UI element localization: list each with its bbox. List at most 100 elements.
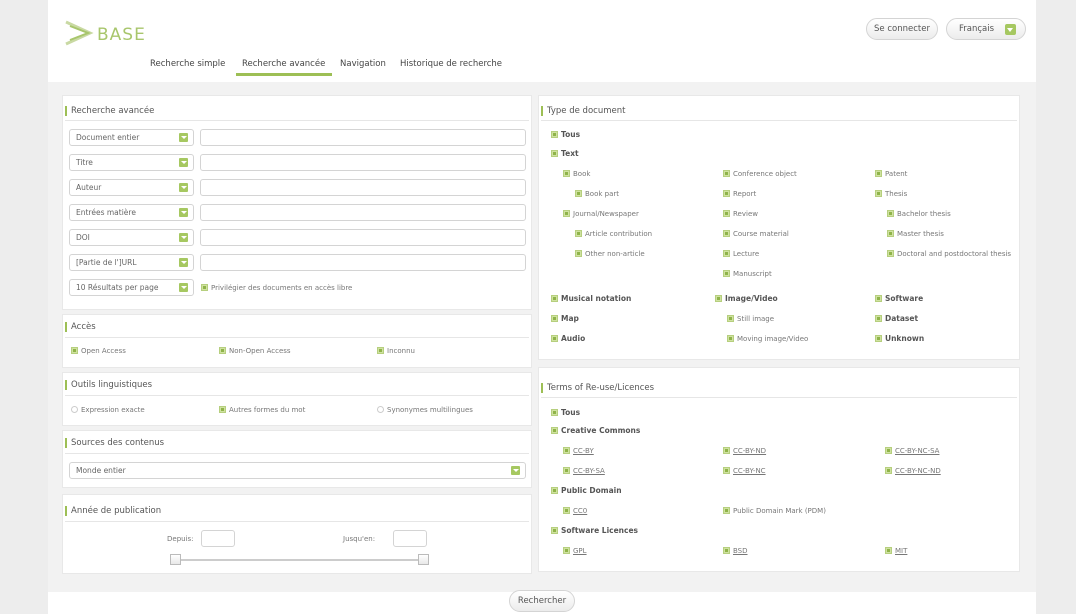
checkbox-icon (875, 170, 882, 177)
licence-ccbync-checkbox[interactable]: CC-BY-NC (723, 467, 766, 475)
query-input[interactable] (200, 154, 526, 171)
doctype-imagevideo-checkbox[interactable]: Image/Video (715, 295, 778, 303)
divider (65, 453, 529, 454)
chevron-down-icon (179, 233, 188, 242)
checkbox-icon (551, 315, 558, 322)
checkbox-icon (875, 335, 882, 342)
exact-expression-radio[interactable]: Expression exacte (71, 406, 145, 414)
doctype-bookpart-checkbox[interactable]: Book part (575, 190, 619, 198)
field-select[interactable]: Auteur (69, 179, 194, 196)
doctype-musical-checkbox[interactable]: Musical notation (551, 295, 631, 303)
divider (541, 120, 1017, 121)
doctype-course-checkbox[interactable]: Course material (723, 230, 789, 238)
doctype-master-checkbox[interactable]: Master thesis (887, 230, 944, 238)
year-to-input[interactable] (393, 530, 427, 547)
doctype-text-checkbox[interactable]: Text (551, 150, 579, 158)
access-nonopen-checkbox[interactable]: Non-Open Access (219, 347, 291, 355)
doctype-journal-checkbox[interactable]: Journal/Newspaper (563, 210, 639, 218)
tab-navigation[interactable]: Navigation (340, 59, 386, 69)
licence-cc-checkbox[interactable]: Creative Commons (551, 427, 640, 435)
licence-ccbynd-checkbox[interactable]: CC-BY-ND (723, 447, 766, 455)
doctype-bachelor-checkbox[interactable]: Bachelor thesis (887, 210, 951, 218)
chevron-down-icon (179, 283, 188, 292)
doctype-othernonarticle-checkbox[interactable]: Other non-article (575, 250, 645, 258)
doctype-report-checkbox[interactable]: Report (723, 190, 756, 198)
field-select[interactable]: Titre (69, 154, 194, 171)
doctype-audio-checkbox[interactable]: Audio (551, 335, 585, 343)
language-select[interactable]: Français (946, 18, 1026, 40)
doctype-software-checkbox[interactable]: Software (875, 295, 923, 303)
doctype-lecture-checkbox[interactable]: Lecture (723, 250, 759, 258)
section-title: Recherche avancée (65, 106, 154, 116)
divider (65, 395, 529, 396)
licence-cc0-checkbox[interactable]: CC0 (563, 507, 587, 515)
section-title: Type de document (541, 106, 625, 116)
doctype-dataset-checkbox[interactable]: Dataset (875, 315, 918, 323)
checkbox-icon (377, 347, 384, 354)
checkbox-icon (575, 230, 582, 237)
field-select[interactable]: Entrées matière (69, 204, 194, 221)
base-logo[interactable]: BASE (64, 18, 184, 48)
divider (65, 337, 529, 338)
doctype-stillimage-checkbox[interactable]: Still image (727, 315, 774, 323)
licence-all-checkbox[interactable]: Tous (551, 409, 580, 417)
field-select[interactable]: DOI (69, 229, 194, 246)
doctype-doctoral-checkbox[interactable]: Doctoral and postdoctoral thesis (887, 250, 1013, 258)
access-open-checkbox[interactable]: Open Access (71, 347, 126, 355)
checkbox-icon (885, 547, 892, 554)
linguistic-panel: Outils linguistiques Expression exacte A… (62, 372, 532, 426)
section-title: Outils linguistiques (65, 380, 152, 390)
licence-mit-checkbox[interactable]: MIT (885, 547, 907, 555)
licence-ccbyncsa-checkbox[interactable]: CC-BY-NC-SA (885, 447, 939, 455)
checkbox-icon (551, 527, 558, 534)
doctype-unknown-checkbox[interactable]: Unknown (875, 335, 924, 343)
tab-advanced-search[interactable]: Recherche avancée (242, 59, 325, 69)
checkbox-icon (563, 447, 570, 454)
access-unknown-checkbox[interactable]: Inconnu (377, 347, 415, 355)
sources-select[interactable]: Monde entier (69, 462, 526, 479)
checkbox-icon (551, 335, 558, 342)
licence-bsd-checkbox[interactable]: BSD (723, 547, 748, 555)
licence-software-checkbox[interactable]: Software Licences (551, 527, 638, 535)
query-input[interactable] (200, 129, 526, 146)
doctype-manuscript-checkbox[interactable]: Manuscript (723, 270, 772, 278)
doctype-article-checkbox[interactable]: Article contribution (575, 230, 652, 238)
doctype-patent-checkbox[interactable]: Patent (875, 170, 907, 178)
word-forms-radio[interactable]: Autres formes du mot (219, 406, 305, 414)
tab-simple-search[interactable]: Recherche simple (150, 59, 225, 69)
results-per-page-select[interactable]: 10 Résultats per page (69, 279, 194, 296)
query-input[interactable] (200, 179, 526, 196)
year-from-input[interactable] (201, 530, 235, 547)
checkbox-icon (723, 270, 730, 277)
multilingual-synonyms-radio[interactable]: Synonymes multilingues (377, 406, 473, 414)
advanced-search-panel: Recherche avancée Document entier Titre … (62, 95, 532, 310)
year-slider-track[interactable] (175, 559, 425, 561)
licence-pdm-checkbox[interactable]: Public Domain Mark (PDM) (723, 507, 826, 515)
query-input[interactable] (200, 204, 526, 221)
doctype-review-checkbox[interactable]: Review (723, 210, 758, 218)
checkbox-icon (727, 315, 734, 322)
licence-ccby-checkbox[interactable]: CC-BY (563, 447, 594, 455)
tab-search-history[interactable]: Historique de recherche (400, 59, 502, 69)
licence-ccbysa-checkbox[interactable]: CC-BY-SA (563, 467, 605, 475)
doctype-conference-checkbox[interactable]: Conference object (723, 170, 797, 178)
open-access-pref-checkbox[interactable]: Privilégier des documents en accès libre (201, 284, 352, 292)
licence-pd-checkbox[interactable]: Public Domain (551, 487, 622, 495)
chevron-down-icon (179, 258, 188, 267)
doctype-all-checkbox[interactable]: Tous (551, 131, 580, 139)
year-slider-start-handle[interactable] (170, 554, 181, 565)
field-select[interactable]: [Partie de l']URL (69, 254, 194, 271)
query-input[interactable] (200, 254, 526, 271)
licence-ccbyncnd-checkbox[interactable]: CC-BY-NC-ND (885, 467, 941, 475)
field-select[interactable]: Document entier (69, 129, 194, 146)
year-slider-end-handle[interactable] (418, 554, 429, 565)
doctype-map-checkbox[interactable]: Map (551, 315, 579, 323)
doctype-thesis-checkbox[interactable]: Thesis (875, 190, 907, 198)
checkbox-icon (575, 190, 582, 197)
login-button[interactable]: Se connecter (866, 18, 938, 40)
licence-gpl-checkbox[interactable]: GPL (563, 547, 587, 555)
doctype-book-checkbox[interactable]: Book (563, 170, 590, 178)
search-button[interactable]: Rechercher (509, 590, 575, 612)
doctype-movingimage-checkbox[interactable]: Moving image/Video (727, 335, 808, 343)
query-input[interactable] (200, 229, 526, 246)
